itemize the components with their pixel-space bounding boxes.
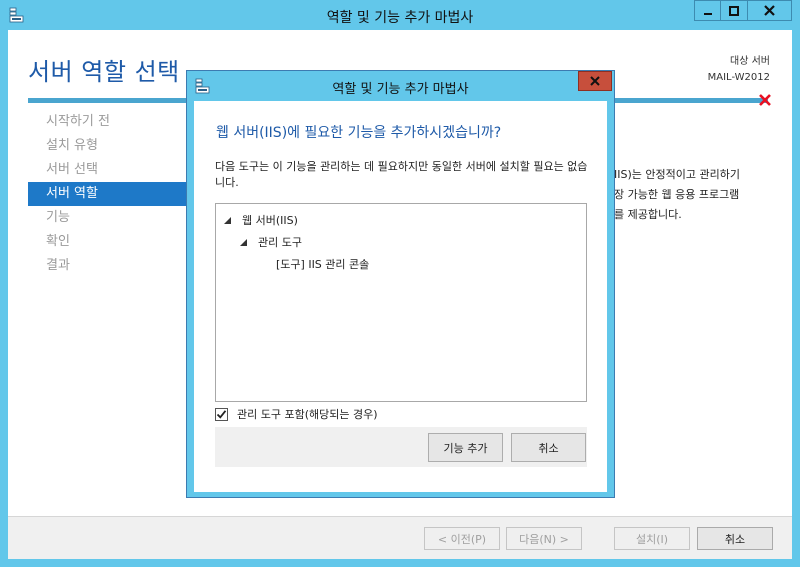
nav-item-server-roles[interactable]: 서버 역할 [28, 182, 198, 206]
nav-item-results[interactable]: 결과 [28, 254, 198, 278]
close-icon [590, 76, 600, 86]
main-title-bar[interactable]: 역할 및 기능 추가 마법사 [0, 0, 800, 30]
target-server-info: 대상 서버 MAIL-W2012 [708, 54, 770, 86]
tree-item-iis-management-console[interactable]: [도구] IIS 관리 콘솔 [216, 253, 586, 275]
target-server-label: 대상 서버 [730, 56, 770, 67]
tree-item-management-tools[interactable]: 관리 도구 [216, 231, 586, 253]
expanded-triangle-icon[interactable] [222, 215, 232, 225]
dialog-close-button[interactable] [578, 71, 612, 91]
dialog-title: 역할 및 기능 추가 마법사 [332, 82, 469, 97]
wizard-footer: < 이전(P) 다음(N) > 설치(I) 취소 [8, 516, 792, 559]
role-description-line: 를 제공합니다. [614, 208, 682, 221]
cancel-wizard-button[interactable]: 취소 [697, 527, 773, 550]
nav-item-server-selection[interactable]: 서버 선택 [28, 158, 198, 182]
maximize-button[interactable] [720, 0, 747, 21]
role-description-line: 장 가능한 웹 응용 프로그램 [614, 188, 740, 201]
add-features-button[interactable]: 기능 추가 [428, 433, 503, 462]
maximize-icon [729, 5, 739, 16]
include-management-tools-option[interactable]: 관리 도구 포함(해당되는 경우) [215, 405, 378, 423]
feature-tree[interactable]: 웹 서버(IIS) 관리 도구 [도구] IIS 관리 콘솔 [215, 203, 587, 402]
next-button[interactable]: 다음(N) > [506, 527, 582, 550]
dialog-title-bar[interactable]: 역할 및 기능 추가 마법사 [187, 71, 614, 101]
dialog-button-bar: 기능 추가 취소 [215, 427, 587, 467]
target-server-name: MAIL-W2012 [707, 72, 770, 83]
include-tools-checkbox[interactable] [215, 407, 228, 421]
close-icon [764, 5, 775, 16]
include-tools-label: 관리 도구 포함(해당되는 경우) [237, 408, 378, 421]
role-description: IIS)는 안정적이고 관리하기 장 가능한 웹 응용 프로그램 를 제공합니다… [614, 165, 784, 225]
tree-item-label: 웹 서버(IIS) [242, 214, 298, 227]
nav-item-installation-type[interactable]: 설치 유형 [28, 134, 198, 158]
expanded-triangle-icon[interactable] [238, 237, 248, 247]
nav-item-before-you-begin[interactable]: 시작하기 전 [28, 110, 198, 134]
minimize-button[interactable] [694, 0, 720, 21]
previous-button[interactable]: < 이전(P) [424, 527, 500, 550]
tree-item-label: [도구] IIS 관리 콘솔 [276, 258, 370, 271]
cancel-dialog-button[interactable]: 취소 [511, 433, 586, 462]
error-x-icon[interactable] [758, 93, 772, 107]
dialog-heading: 웹 서버(IIS)에 필요한 기능을 추가하시겠습니까? [216, 125, 502, 141]
tree-item-label: 관리 도구 [258, 236, 302, 249]
page-title: 서버 역할 선택 [28, 58, 180, 86]
role-description-line: IIS)는 안정적이고 관리하기 [614, 168, 740, 181]
tree-item-web-server[interactable]: 웹 서버(IIS) [216, 209, 586, 231]
minimize-icon [703, 12, 712, 15]
dialog-description: 다음 도구는 이 기능을 관리하는 데 필요하지만 동일한 서버에 설치할 필요… [215, 160, 588, 189]
close-window-button[interactable] [747, 0, 792, 21]
wizard-nav: 시작하기 전 설치 유형 서버 선택 서버 역할 기능 확인 결과 [28, 110, 198, 278]
install-button[interactable]: 설치(I) [614, 527, 690, 550]
checkmark-icon [216, 409, 227, 419]
window-title: 역할 및 기능 추가 마법사 [326, 10, 474, 26]
nav-item-features[interactable]: 기능 [28, 206, 198, 230]
add-features-dialog: 역할 및 기능 추가 마법사 웹 서버(IIS)에 필요한 기능을 추가하시겠습… [186, 70, 615, 498]
nav-item-confirmation[interactable]: 확인 [28, 230, 198, 254]
dialog-content: 웹 서버(IIS)에 필요한 기능을 추가하시겠습니까? 다음 도구는 이 기능… [194, 101, 607, 492]
